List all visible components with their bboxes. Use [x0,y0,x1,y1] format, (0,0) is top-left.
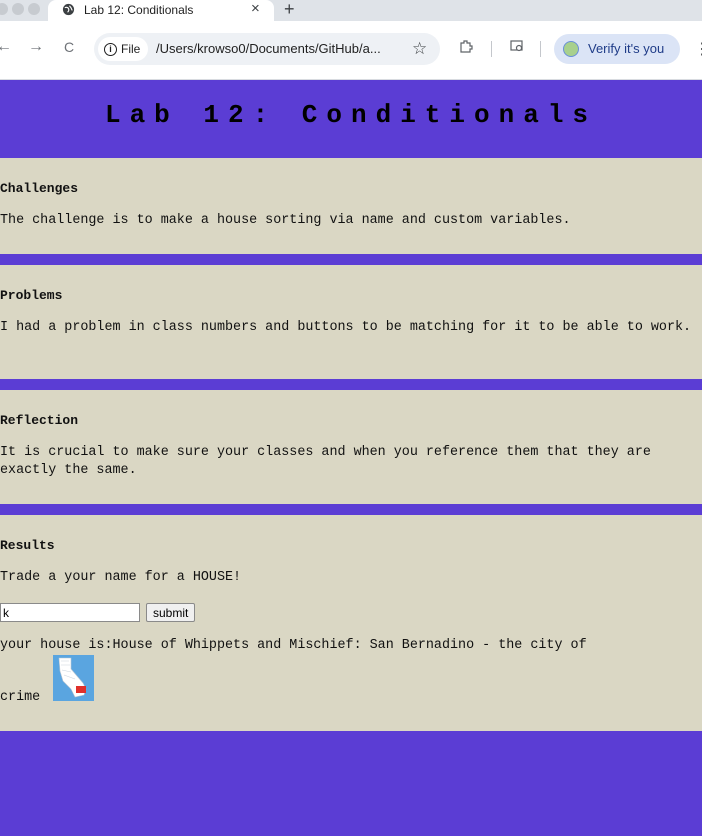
reload-icon[interactable]: C [64,38,74,56]
new-tab-icon[interactable]: + [284,0,295,20]
section-heading: Problems [0,288,63,303]
submit-button[interactable]: submit [146,603,196,622]
tab-search-icon[interactable] [510,39,524,53]
site-info-label: File [121,42,141,56]
section-heading: Challenges [0,181,79,196]
forward-arrow-icon[interactable]: → [28,38,44,56]
more-menu-icon[interactable]: ⋮ [694,39,702,59]
verify-label: Verify it's you [588,41,665,56]
globe-icon [62,3,75,16]
house-result-text: your house is:House of Whippets and Misc… [0,638,587,653]
close-tab-icon[interactable]: × [251,1,260,17]
address-bar[interactable]: i File /Users/krowso0/Documents/GitHub/a… [94,33,440,65]
info-icon: i [104,42,117,56]
section-heading: Reflection [0,413,79,428]
page-header: Lab 12: Conditionals [0,80,702,158]
bookmark-star-icon[interactable]: ☆ [412,39,427,59]
challenges-section: Challenges The challenge is to make a ho… [0,158,702,254]
section-body: It is crucial to make sure your classes … [0,445,651,478]
window-close-control[interactable] [0,3,8,15]
page-title: Lab 12: Conditionals [104,100,598,130]
reflection-section: Reflection It is crucial to make sure yo… [0,390,702,504]
california-map-image [53,655,94,701]
section-body: The challenge is to make a house sorting… [0,213,571,228]
browser-toolbar: ← → C i File /Users/krowso0/Documents/Gi… [0,21,702,80]
tab-strip: Lab 12: Conditionals × + [0,0,702,21]
results-prompt: Trade a your name for a HOUSE! [0,570,242,585]
tab-title: Lab 12: Conditionals [84,3,194,17]
back-arrow-icon[interactable]: ← [0,38,12,56]
site-info-chip[interactable]: i File [98,37,149,61]
verify-profile-button[interactable]: Verify it's you [554,34,680,64]
profile-avatar-icon [563,41,579,57]
results-section: Results Trade a your name for a HOUSE! s… [0,515,702,731]
window-maximize-control[interactable] [28,3,40,15]
toolbar-divider [540,41,541,57]
url-text[interactable]: /Users/krowso0/Documents/GitHub/a... [156,41,381,56]
house-result-text-cont: crime [0,690,41,705]
extensions-puzzle-icon[interactable] [459,39,473,53]
problems-section: Problems I had a problem in class number… [0,265,702,379]
toolbar-divider [491,41,492,57]
name-input[interactable] [0,603,140,622]
tab-lab-12[interactable]: Lab 12: Conditionals × [48,0,274,21]
section-body: I had a problem in class numbers and but… [0,320,692,335]
window-minimize-control[interactable] [12,3,24,15]
section-heading: Results [0,538,55,553]
